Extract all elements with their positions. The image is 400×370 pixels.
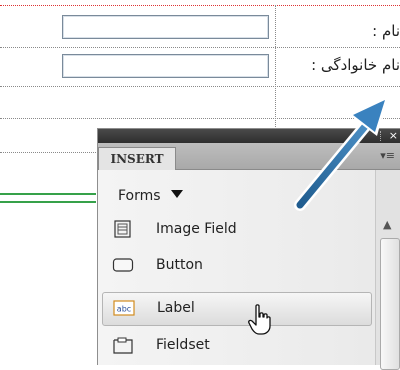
pointer-arrow-icon [294,96,388,211]
